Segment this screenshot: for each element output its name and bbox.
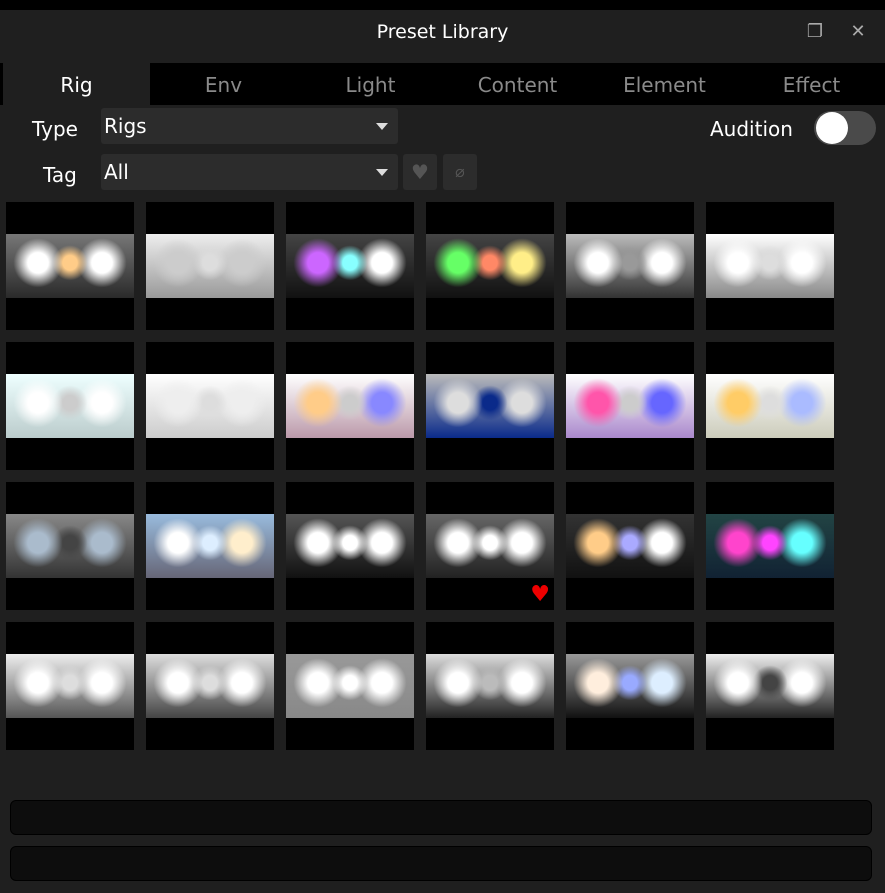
preset-thumbnail [426, 654, 554, 718]
preset-tile[interactable] [6, 342, 134, 470]
preset-thumbnail [426, 374, 554, 438]
preset-library-window: Preset Library ❐ ✕ Rig Env Light Content… [0, 10, 885, 893]
audition-toggle[interactable] [814, 111, 876, 145]
preset-thumbnail [286, 514, 414, 578]
tab-light[interactable]: Light [297, 63, 444, 105]
preset-tile[interactable] [566, 202, 694, 330]
window-title: Preset Library [376, 21, 509, 43]
preset-thumbnail [146, 374, 274, 438]
preset-tile[interactable] [146, 622, 274, 750]
preset-tile[interactable] [426, 342, 554, 470]
preset-thumbnail [426, 234, 554, 298]
chevron-down-icon [376, 169, 388, 176]
preset-thumbnail [6, 374, 134, 438]
preset-tile[interactable] [706, 622, 834, 750]
preset-thumbnail [146, 234, 274, 298]
preset-thumbnail [286, 374, 414, 438]
tab-content[interactable]: Content [444, 63, 591, 105]
preset-thumbnail [706, 374, 834, 438]
preset-tile[interactable] [286, 622, 414, 750]
preset-thumbnail [566, 234, 694, 298]
tab-element[interactable]: Element [591, 63, 738, 105]
eye-off-icon: ⌀ [455, 162, 465, 181]
preset-tile[interactable] [706, 342, 834, 470]
preset-thumbnail [426, 514, 554, 578]
preset-tile[interactable] [426, 622, 554, 750]
type-value: Rigs [104, 114, 147, 138]
tab-rig[interactable]: Rig [3, 63, 150, 105]
tab-effect[interactable]: Effect [738, 63, 885, 105]
preset-tile[interactable] [286, 482, 414, 610]
preset-tile[interactable] [286, 202, 414, 330]
type-label: Type [32, 117, 78, 141]
preset-thumbnail [706, 654, 834, 718]
heart-icon: ♥ [411, 160, 429, 184]
preset-name-field[interactable] [10, 800, 872, 835]
preset-thumbnail [706, 234, 834, 298]
tab-bar: Rig Env Light Content Element Effect [0, 63, 885, 105]
preset-thumbnail [6, 654, 134, 718]
preset-tile[interactable] [6, 622, 134, 750]
preset-tile[interactable] [286, 342, 414, 470]
preset-thumbnail [566, 374, 694, 438]
preset-tile[interactable] [146, 202, 274, 330]
favorites-filter-button[interactable]: ♥ [403, 154, 437, 190]
preset-tile[interactable] [706, 202, 834, 330]
preset-tile[interactable] [566, 622, 694, 750]
preset-tile[interactable] [6, 482, 134, 610]
preset-thumbnail [146, 654, 274, 718]
tab-env[interactable]: Env [150, 63, 297, 105]
preset-info-field[interactable] [10, 846, 872, 881]
close-icon[interactable]: ✕ [848, 22, 868, 42]
preset-thumbnail [146, 514, 274, 578]
tag-label: Tag [43, 163, 77, 187]
preset-thumbnail [566, 514, 694, 578]
hidden-filter-button[interactable]: ⌀ [443, 154, 477, 190]
preset-tile[interactable] [706, 482, 834, 610]
restore-window-icon[interactable]: ❐ [805, 22, 825, 42]
preset-thumbnail [286, 654, 414, 718]
preset-tile[interactable] [146, 342, 274, 470]
toggle-knob [816, 112, 848, 144]
preset-tile[interactable] [146, 482, 274, 610]
preset-tile[interactable] [566, 482, 694, 610]
preset-thumbnail [6, 234, 134, 298]
audition-label: Audition [710, 117, 793, 141]
tag-value: All [104, 160, 129, 184]
preset-thumbnail [566, 654, 694, 718]
preset-thumbnail [6, 514, 134, 578]
heart-icon[interactable]: ♥ [530, 584, 550, 606]
preset-thumbnail [706, 514, 834, 578]
preset-tile[interactable] [426, 202, 554, 330]
preset-tile[interactable] [566, 342, 694, 470]
preset-tile[interactable]: ♥ [426, 482, 554, 610]
type-dropdown[interactable]: Rigs [101, 108, 398, 144]
preset-tile[interactable] [6, 202, 134, 330]
chevron-down-icon [376, 123, 388, 130]
tag-dropdown[interactable]: All [101, 154, 398, 190]
preset-thumbnail [286, 234, 414, 298]
